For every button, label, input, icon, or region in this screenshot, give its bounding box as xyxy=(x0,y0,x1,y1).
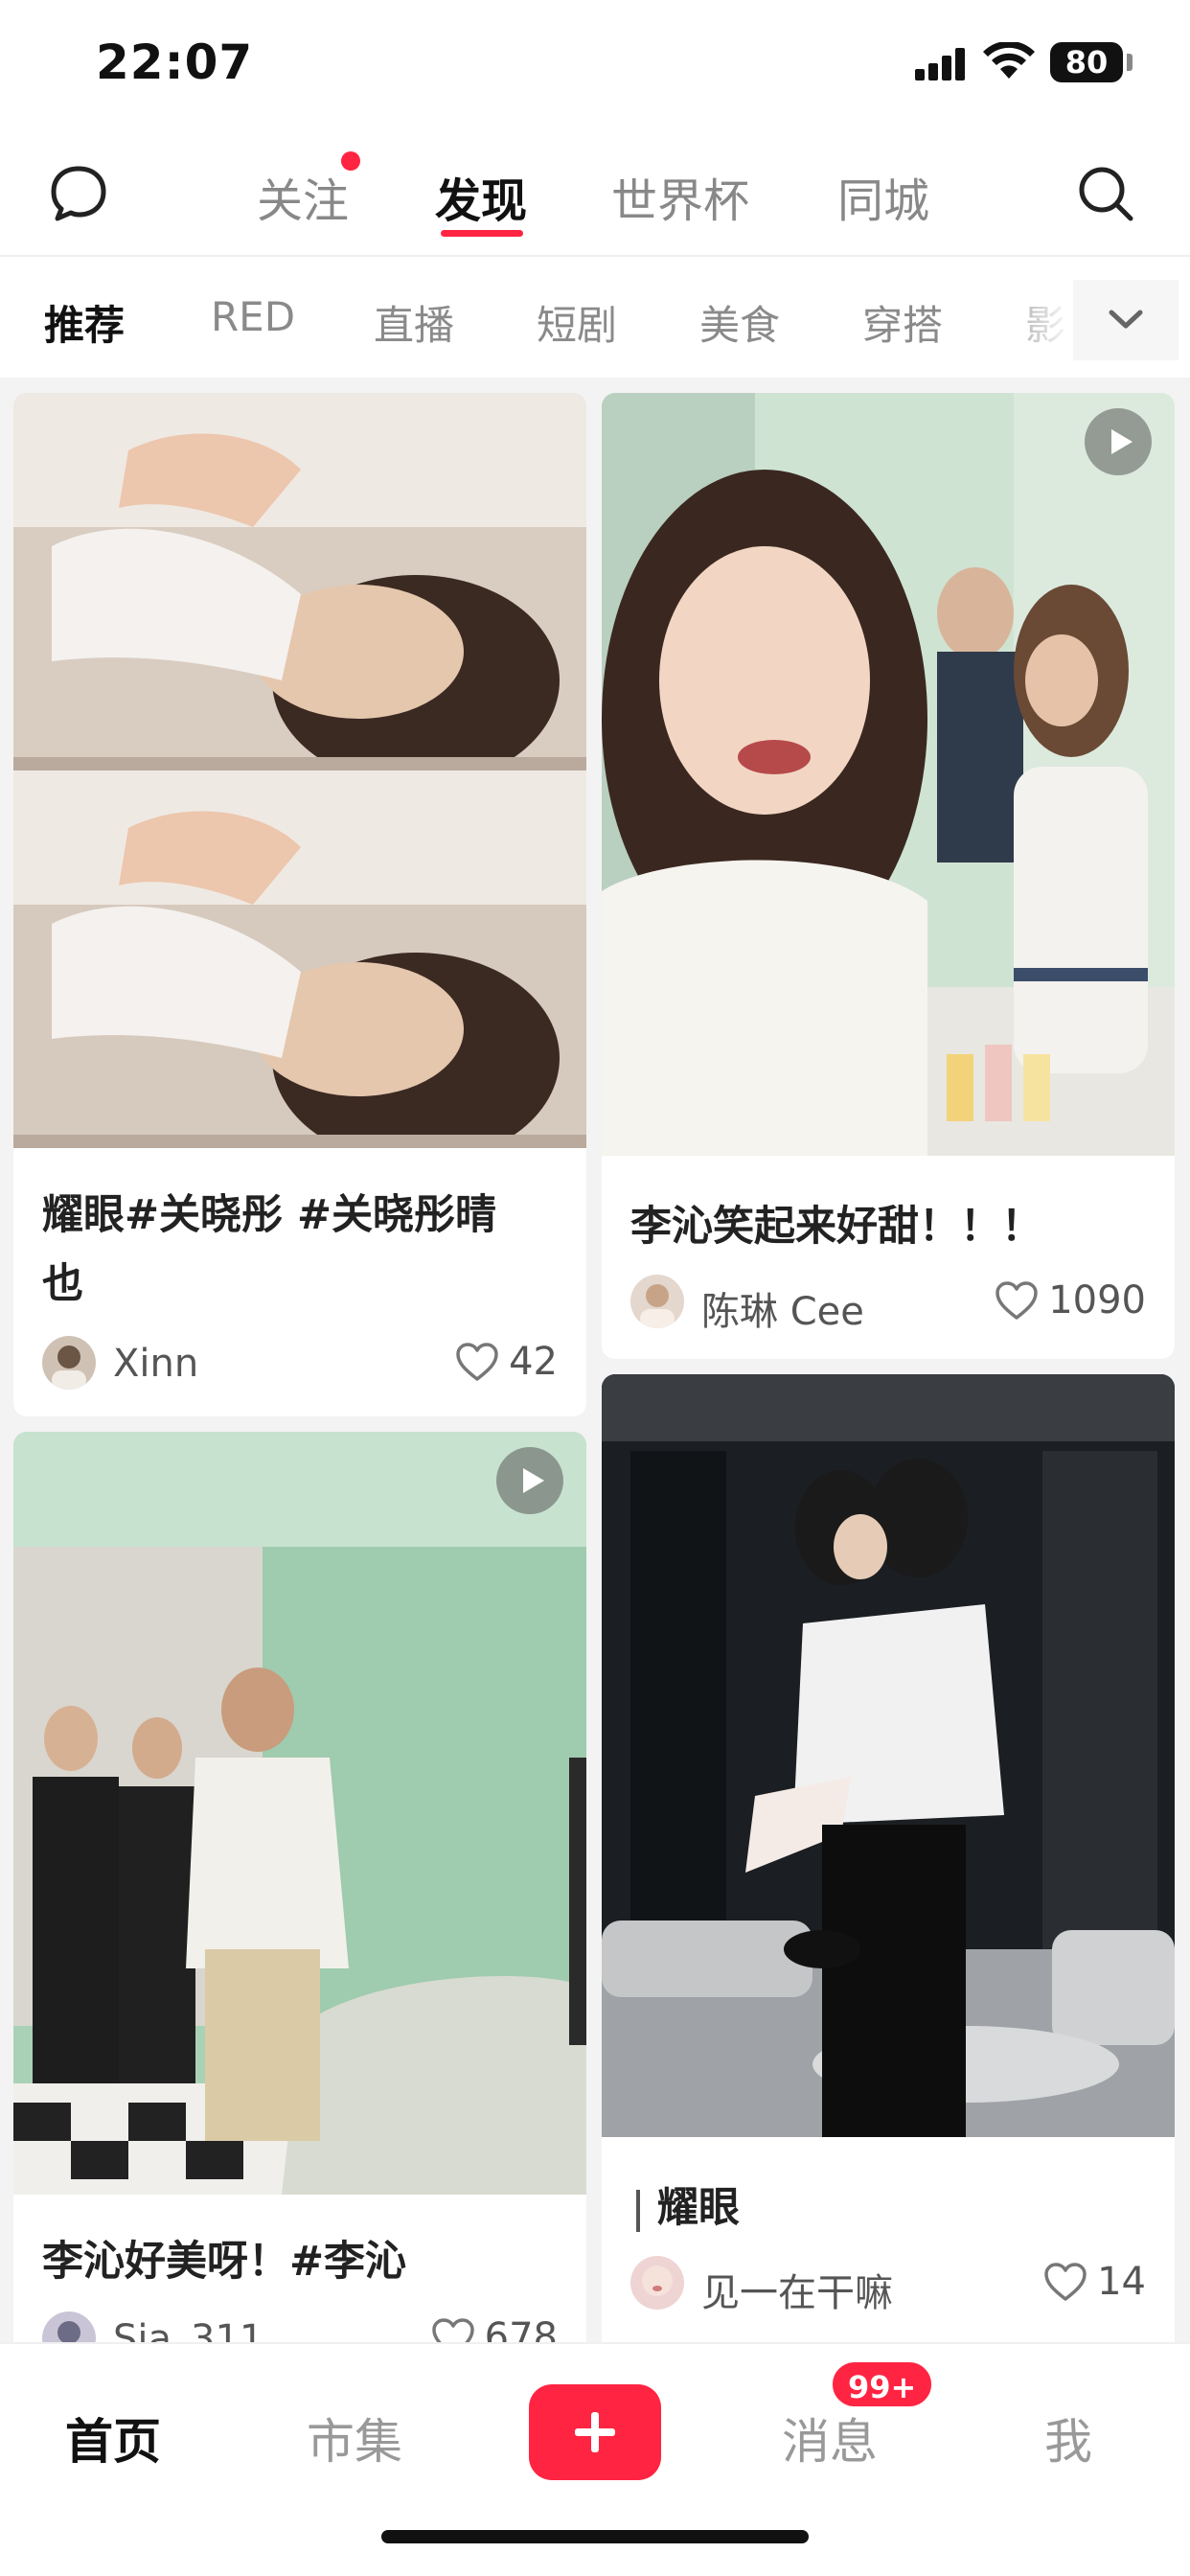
avatar[interactable] xyxy=(630,1275,684,1328)
category-bar: 推荐 RED 直播 短剧 美食 穿搭 影 xyxy=(0,259,1190,378)
category-expand-button[interactable] xyxy=(1073,280,1179,360)
author-name[interactable]: 见一在干嘛 xyxy=(701,2262,893,2317)
like-count: 42 xyxy=(509,1340,558,1384)
tab-discover[interactable]: 发现 xyxy=(435,163,527,230)
top-navigation: 关注 发现 世界杯 同城 xyxy=(0,134,1190,257)
status-bar: 22:07 80 xyxy=(0,0,1190,125)
note-card[interactable]: 耀眼#关晓彤 #关晓彤晴 也 Xinn 42 xyxy=(13,393,586,1416)
heart-icon xyxy=(456,1343,498,1381)
add-post-button[interactable] xyxy=(529,2384,661,2480)
heart-icon xyxy=(1044,2263,1087,2301)
play-icon xyxy=(496,1447,563,1514)
tab-world-cup[interactable]: 世界杯 xyxy=(611,163,749,230)
tab-market[interactable]: 市集 xyxy=(307,2404,402,2472)
note-title: 耀眼 xyxy=(636,2174,740,2242)
avatar[interactable] xyxy=(42,1336,96,1390)
note-cover-video xyxy=(13,1432,586,2195)
active-tab-underline xyxy=(441,230,523,237)
like-button[interactable]: 14 xyxy=(1043,2260,1146,2304)
chevron-down-icon xyxy=(1109,310,1143,329)
note-title-line: 耀眼#关晓彤 #关晓彤晴 xyxy=(42,1191,497,1239)
author-name[interactable]: Sia_311 xyxy=(113,2317,263,2342)
like-button[interactable]: 1090 xyxy=(995,1278,1146,1322)
note-card[interactable]: 耀眼 见一在干嘛 14 xyxy=(602,1374,1175,2342)
category-live[interactable]: 直播 xyxy=(374,293,454,352)
like-button[interactable]: 678 xyxy=(431,2315,558,2342)
chat-bubble-icon[interactable] xyxy=(46,161,111,226)
like-count: 678 xyxy=(484,2315,558,2342)
battery-tip xyxy=(1127,54,1133,71)
follow-notification-dot xyxy=(341,151,360,171)
battery-indicator: 80 xyxy=(1050,42,1123,82)
note-title-text: 耀眼 xyxy=(657,2184,740,2232)
heart-icon xyxy=(995,1281,1038,1320)
category-outfit[interactable]: 穿搭 xyxy=(862,293,943,352)
category-red[interactable]: RED xyxy=(211,293,295,340)
status-time: 22:07 xyxy=(96,34,254,90)
tab-messages[interactable]: 消息 xyxy=(782,2404,878,2472)
avatar[interactable] xyxy=(630,2256,684,2310)
category-recommend[interactable]: 推荐 xyxy=(44,293,125,352)
feed: 耀眼#关晓彤 #关晓彤晴 也 Xinn 42 李沁笑起来好甜！！！ 陈琳 Cee… xyxy=(0,378,1190,2342)
note-title: 李沁好美呀！#李沁 xyxy=(42,2238,407,2286)
note-cover-video xyxy=(602,393,1175,1156)
title-bar-mark xyxy=(636,2189,640,2232)
like-button[interactable]: 42 xyxy=(455,1340,558,1384)
wifi-icon xyxy=(983,42,1035,79)
note-title-line: 也 xyxy=(42,1260,83,1308)
author-name[interactable]: 陈琳 Cee xyxy=(701,1280,864,1336)
messages-badge: 99+ xyxy=(830,2359,935,2409)
tab-local[interactable]: 同城 xyxy=(837,163,929,230)
category-short-drama[interactable]: 短剧 xyxy=(537,293,617,352)
note-card[interactable]: 李沁好美呀！#李沁 Sia_311 678 xyxy=(13,1432,586,2342)
author-name[interactable]: Xinn xyxy=(113,1342,198,1386)
category-food[interactable]: 美食 xyxy=(699,293,780,352)
like-count: 14 xyxy=(1097,2260,1146,2304)
note-cover-image xyxy=(602,1374,1175,2137)
like-count: 1090 xyxy=(1048,1278,1146,1322)
heart-icon xyxy=(431,2318,474,2342)
note-title: 李沁笑起来好甜！！！ xyxy=(630,1203,1042,1251)
home-indicator xyxy=(381,2530,809,2543)
search-icon[interactable] xyxy=(1073,161,1138,226)
avatar[interactable] xyxy=(42,2312,96,2342)
tab-follow[interactable]: 关注 xyxy=(257,163,349,230)
cellular-signal-icon xyxy=(915,48,965,80)
play-icon xyxy=(1085,408,1152,475)
note-card[interactable]: 李沁笑起来好甜！！！ 陈琳 Cee 1090 xyxy=(602,393,1175,1359)
note-cover-image xyxy=(13,393,586,1148)
tab-home[interactable]: 首页 xyxy=(65,2404,161,2472)
tab-me[interactable]: 我 xyxy=(1044,2404,1092,2472)
category-fade xyxy=(987,259,1073,378)
